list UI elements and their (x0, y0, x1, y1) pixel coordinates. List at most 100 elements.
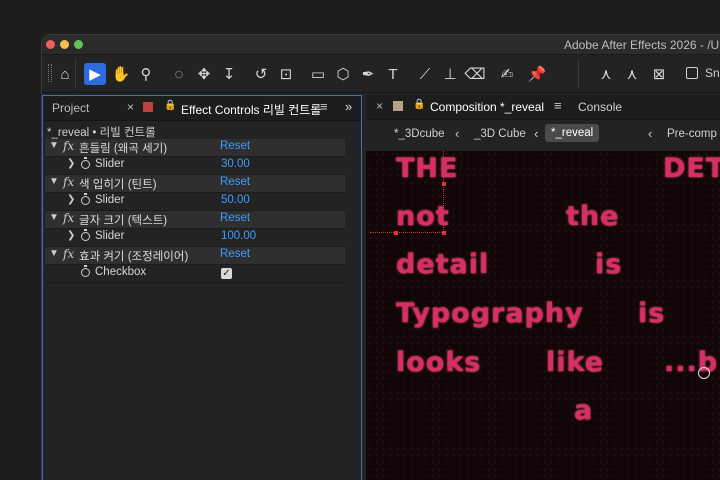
chevron-right-icon[interactable]: ❯ (67, 158, 75, 169)
zoom-tool-icon[interactable]: ⚲ (135, 63, 157, 85)
toolbar-separator (75, 59, 76, 89)
3d-shape-icon[interactable]: ⬡ (332, 63, 354, 85)
panel-overflow-icon[interactable]: » (345, 99, 352, 114)
right-panel-tabs: × 🔒 Composition *_reveal ≡ Console (366, 95, 720, 120)
chevron-left-icon: ‹ (648, 126, 653, 141)
transform-handle[interactable] (442, 182, 446, 186)
effect-row[interactable]: ▼ fx 색 입히기 (틴트) Reset (45, 175, 345, 193)
close-window-button[interactable] (46, 40, 55, 49)
effect-name: 효과 켜기 (조정레이어) (79, 251, 189, 263)
effects-list: ▼ fx 흔들림 (왜곡 세기) Reset ❯ Slider 30.00 ▼ fx 색 입히기 … (45, 139, 345, 283)
viewer-text-word: like (546, 347, 605, 378)
home-icon[interactable]: ⌂ (54, 63, 76, 85)
reset-button[interactable]: Reset (220, 140, 250, 152)
axis-local-icon[interactable]: ⋏ (595, 63, 617, 85)
fx-toggle-icon[interactable]: fx (63, 211, 74, 225)
clone-stamp-icon[interactable]: ⊥ (439, 63, 461, 85)
effect-name: 흔들림 (왜곡 세기) (79, 143, 168, 155)
chevron-down-icon[interactable]: ▼ (49, 140, 59, 151)
viewer-text-word: a (574, 395, 594, 426)
crumb-3d-cube[interactable]: _3D Cube (474, 128, 526, 140)
effect-row[interactable]: ▼ fx 흔들림 (왜곡 세기) Reset (45, 139, 345, 157)
effect-row[interactable]: ▼ fx 글자 크기 (텍스트) Reset (45, 211, 345, 229)
project-color-swatch (143, 102, 153, 112)
tab-composition[interactable]: Composition *_reveal (430, 100, 544, 114)
tools-panel: ⌂▶✋⚲◌✥↧↺⊡▭⬡✒T⟋⊥⌫✍📌⋏⋏⊠ Sna (42, 55, 720, 93)
property-row[interactable]: Checkbox ✓ (45, 265, 345, 283)
brush-tool-icon[interactable]: ⟋ (414, 63, 436, 85)
property-name: Slider (95, 158, 125, 170)
axis-world-icon[interactable]: ⋏ (621, 63, 643, 85)
roto-brush-icon[interactable]: ✍ (496, 63, 518, 85)
mouse-cursor-icon (698, 367, 710, 379)
transform-handle[interactable] (394, 231, 398, 235)
orbit-camera-icon[interactable]: ◌ (168, 63, 190, 85)
puppet-pin-icon[interactable]: 📌 (526, 63, 548, 85)
chevron-left-icon: ‹ (455, 126, 460, 141)
hand-tool-icon[interactable]: ✋ (110, 63, 132, 85)
chevron-down-icon[interactable]: ▼ (49, 212, 59, 223)
fx-toggle-icon[interactable]: fx (63, 175, 74, 189)
pen-tool-icon[interactable]: ✒ (357, 63, 379, 85)
tab-project[interactable]: Project (52, 101, 89, 115)
composition-viewer[interactable]: THE DET not the detail is Typography is looks lik… (366, 151, 720, 480)
chevron-right-icon[interactable]: ❯ (67, 230, 75, 241)
reset-button[interactable]: Reset (220, 212, 250, 224)
chevron-down-icon[interactable]: ▼ (49, 248, 59, 259)
fx-toggle-icon[interactable]: fx (63, 139, 74, 153)
stopwatch-icon[interactable] (81, 265, 90, 277)
chevron-down-icon[interactable]: ▼ (49, 176, 59, 187)
fx-toggle-icon[interactable]: fx (63, 247, 74, 261)
eraser-tool-icon[interactable]: ⌫ (464, 63, 486, 85)
transform-handle[interactable] (442, 231, 446, 235)
property-value[interactable]: 30.00 (221, 158, 250, 170)
selection-tool-icon[interactable]: ▶ (84, 63, 106, 85)
viewer-text-word: detail (396, 249, 490, 280)
effect-name: 글자 크기 (텍스트) (79, 215, 168, 227)
composition-color-swatch (393, 101, 403, 111)
snapping-checkbox[interactable] (686, 67, 698, 79)
stopwatch-icon[interactable] (81, 157, 90, 169)
track-xy-icon[interactable]: ✥ (193, 63, 215, 85)
viewer-text-word: Typography (396, 298, 584, 329)
lock-icon[interactable]: 🔒 (413, 99, 425, 110)
crumb-3dcube[interactable]: *_3Dcube (394, 128, 445, 140)
effect-row[interactable]: ▼ fx 효과 켜기 (조정레이어) Reset (45, 247, 345, 265)
effect-controls-panel: Project × 🔒 Effect Controls 리빌 컨트롤 ≡ » *… (42, 95, 362, 480)
property-row[interactable]: ❯ Slider 30.00 (45, 157, 345, 175)
panel-menu-icon[interactable]: ≡ (320, 99, 328, 114)
rectangle-tool-icon[interactable]: ▭ (307, 63, 329, 85)
close-composition-tab-icon[interactable]: × (376, 99, 383, 113)
stopwatch-icon[interactable] (81, 193, 90, 205)
minimize-window-button[interactable] (60, 40, 69, 49)
rotate-tool-icon[interactable]: ↺ (250, 63, 272, 85)
reset-button[interactable]: Reset (220, 248, 250, 260)
close-project-tab-icon[interactable]: × (127, 100, 134, 114)
window-title: Adobe After Effects 2026 - /U (564, 38, 720, 52)
type-tool-icon[interactable]: T (382, 63, 404, 85)
crumb-precomp-4[interactable]: Pre-comp 4 (667, 128, 720, 140)
composition-menu-icon[interactable]: ≡ (554, 98, 562, 113)
checkbox[interactable]: ✓ (221, 268, 232, 279)
chevron-left-icon: ‹ (534, 126, 539, 141)
selection-guide (370, 232, 446, 233)
viewer-text-word: DET (663, 153, 720, 184)
toolbar-grip[interactable] (48, 64, 52, 82)
chevron-right-icon[interactable]: ❯ (67, 194, 75, 205)
track-z-icon[interactable]: ↧ (218, 63, 240, 85)
property-value[interactable]: 100.00 (221, 230, 256, 242)
crumb-reveal[interactable]: *_reveal (545, 124, 600, 142)
lock-icon[interactable]: 🔒 (164, 100, 176, 111)
tab-effect-controls[interactable]: Effect Controls 리빌 컨트롤 (181, 101, 321, 118)
reset-button[interactable]: Reset (220, 176, 250, 188)
tab-console[interactable]: Console (578, 100, 622, 114)
property-row[interactable]: ❯ Slider 50.00 (45, 193, 345, 211)
property-name: Slider (95, 194, 125, 206)
property-row[interactable]: ❯ Slider 100.00 (45, 229, 345, 247)
property-value[interactable]: 50.00 (221, 194, 250, 206)
zoom-window-button[interactable] (74, 40, 83, 49)
effect-name: 색 입히기 (틴트) (79, 179, 157, 191)
axis-view-icon[interactable]: ⊠ (648, 63, 670, 85)
pan-behind-icon[interactable]: ⊡ (275, 63, 297, 85)
stopwatch-icon[interactable] (81, 229, 90, 241)
